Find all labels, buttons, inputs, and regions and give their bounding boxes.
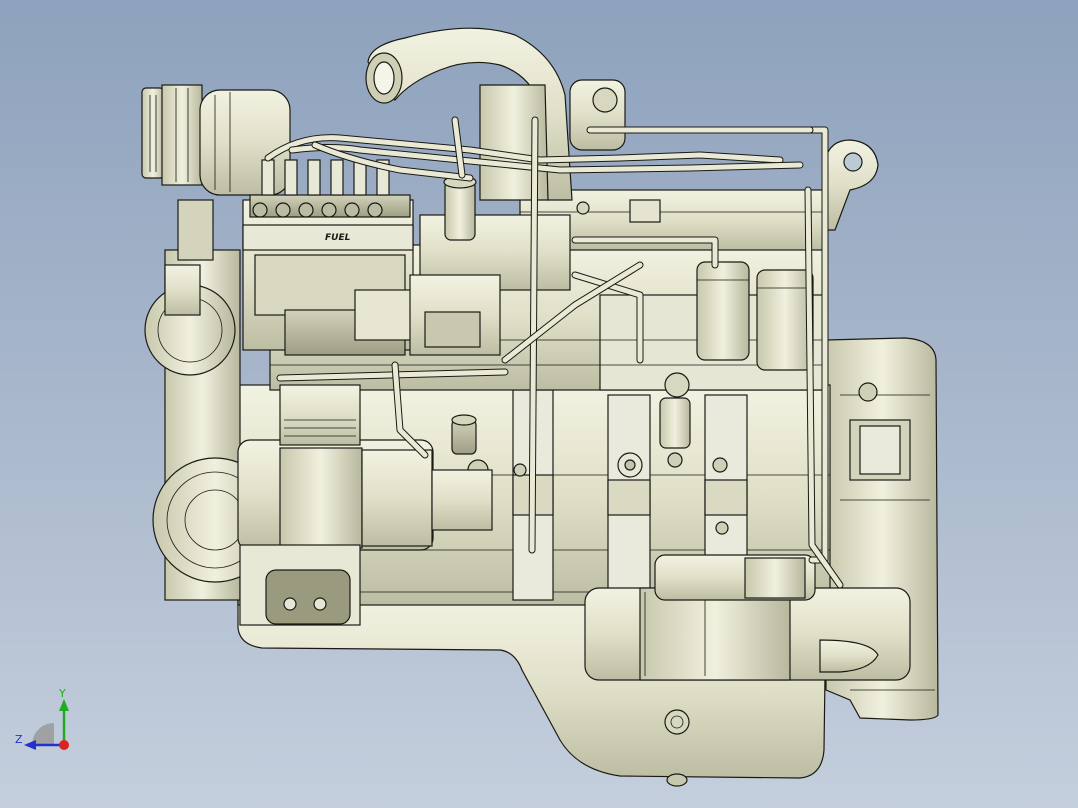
fuel-filter-2[interactable] (756, 269, 814, 371)
lifting-eye (824, 139, 879, 231)
injection-pump-label: FUEL (325, 233, 351, 243)
triad-x-axis (59, 740, 69, 750)
engine-assembly-model[interactable]: FUEL (0, 0, 1078, 808)
graphics-viewport[interactable]: FUEL Y Z (0, 0, 1078, 808)
front-engine-mount[interactable] (239, 544, 361, 626)
fuel-injection-pump[interactable]: FUEL (242, 199, 416, 356)
fuel-filter-1[interactable] (696, 261, 750, 361)
coordinate-triad: Y Z (15, 687, 69, 750)
oil-filler-cap (451, 414, 477, 455)
triad-y-label: Y (58, 687, 66, 700)
oil-pan-drain-plug (664, 709, 690, 735)
turbocharger[interactable] (365, 27, 626, 201)
triad-z-label: Z (15, 733, 23, 746)
